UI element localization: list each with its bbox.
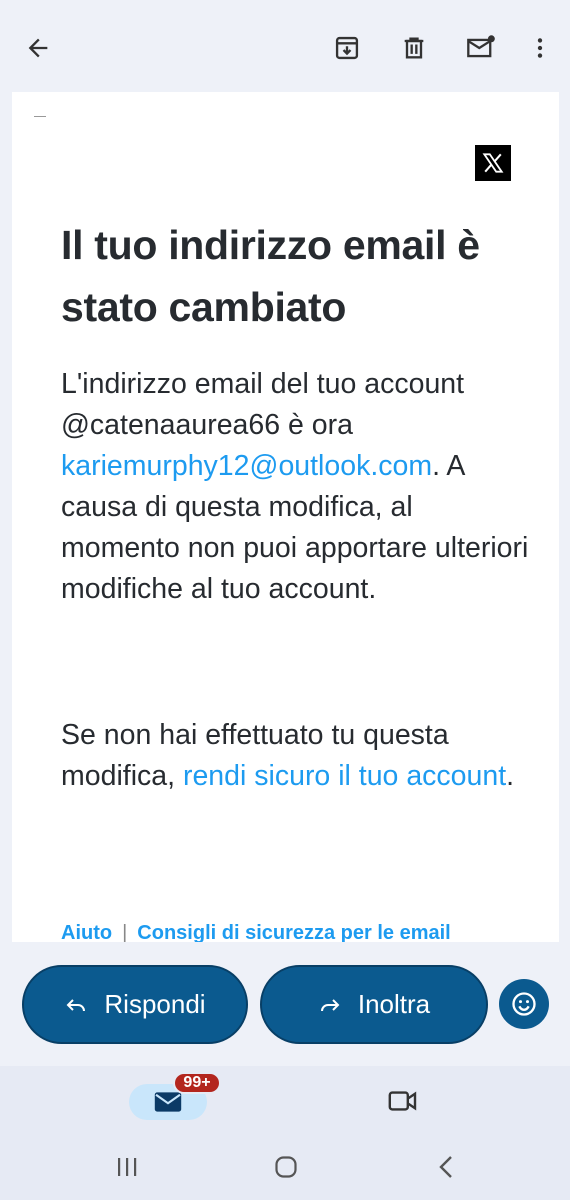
bottom-navigation: 99+ xyxy=(0,1066,570,1200)
divider xyxy=(34,116,46,117)
email-body: Il tuo indirizzo email è stato cambiato … xyxy=(12,92,559,942)
mail-icon xyxy=(154,1092,182,1112)
reply-label: Rispondi xyxy=(104,989,206,1019)
recent-apps-button[interactable] xyxy=(107,1154,147,1180)
security-tips-link[interactable]: Consigli di sicurezza per le email xyxy=(137,922,450,942)
emoji-reaction-button[interactable] xyxy=(499,979,549,1029)
paragraph-2-suffix: . xyxy=(506,760,515,792)
home-button[interactable] xyxy=(266,1154,306,1180)
secure-account-link[interactable]: rendi sicuro il tuo account xyxy=(183,760,506,792)
top-app-bar xyxy=(0,0,570,92)
help-link[interactable]: Aiuto xyxy=(61,922,112,942)
archive-button[interactable] xyxy=(327,28,367,68)
delete-icon xyxy=(404,37,424,59)
x-logo-icon xyxy=(482,153,504,173)
back-button[interactable] xyxy=(18,28,58,68)
arrow-back-icon xyxy=(28,38,48,58)
videocam-icon xyxy=(388,1091,417,1111)
more-vert-icon xyxy=(537,38,543,58)
chevron-left-icon xyxy=(439,1156,452,1178)
forward-icon xyxy=(320,998,340,1011)
home-icon xyxy=(275,1156,297,1178)
reply-icon xyxy=(66,998,86,1011)
recents-icon xyxy=(118,1158,137,1176)
new-email-link[interactable]: kariemurphy12@outlook.com xyxy=(61,450,432,482)
footer-separator: | xyxy=(122,922,128,942)
more-options-button[interactable] xyxy=(520,28,560,68)
footer-links: Aiuto | Consigli di sicurezza per le email xyxy=(61,922,531,942)
meet-tab[interactable] xyxy=(386,1086,420,1116)
email-paragraph-2: Se non hai effettuato tu questa modifica… xyxy=(61,715,531,797)
email-heading: Il tuo indirizzo email è stato cambiato xyxy=(61,222,480,330)
mark-unread-icon xyxy=(467,35,495,58)
email-paragraph-1: L'indirizzo email del tuo account @caten… xyxy=(61,364,531,610)
archive-icon xyxy=(335,36,359,60)
reply-button[interactable]: Rispondi xyxy=(22,965,248,1044)
forward-label: Inoltra xyxy=(357,989,431,1019)
x-logo xyxy=(475,145,511,181)
delete-button[interactable] xyxy=(394,28,434,68)
forward-button[interactable]: Inoltra xyxy=(260,965,488,1044)
paragraph-1-text: L'indirizzo email del tuo account @caten… xyxy=(61,368,465,441)
mark-unread-button[interactable] xyxy=(461,28,501,68)
emoji-icon xyxy=(512,992,536,1016)
system-back-button[interactable] xyxy=(426,1154,466,1180)
unread-count-badge: 99+ xyxy=(173,1072,221,1094)
